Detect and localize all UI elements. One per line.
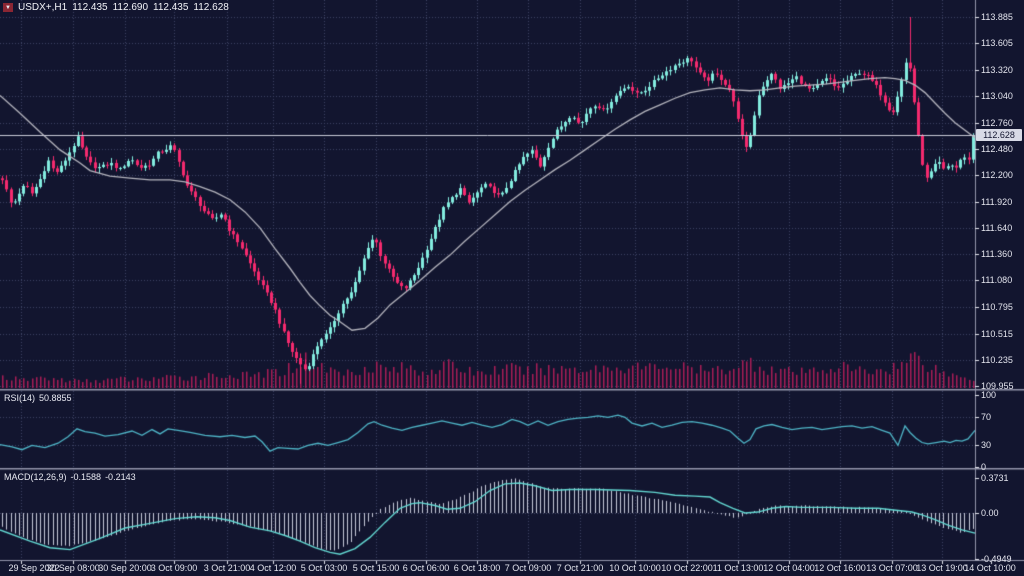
chart-canvas[interactable] <box>0 0 1024 576</box>
trading-chart-window: ▼ USDX+,H1 112.435 112.690 112.435 112.6… <box>0 0 1024 576</box>
